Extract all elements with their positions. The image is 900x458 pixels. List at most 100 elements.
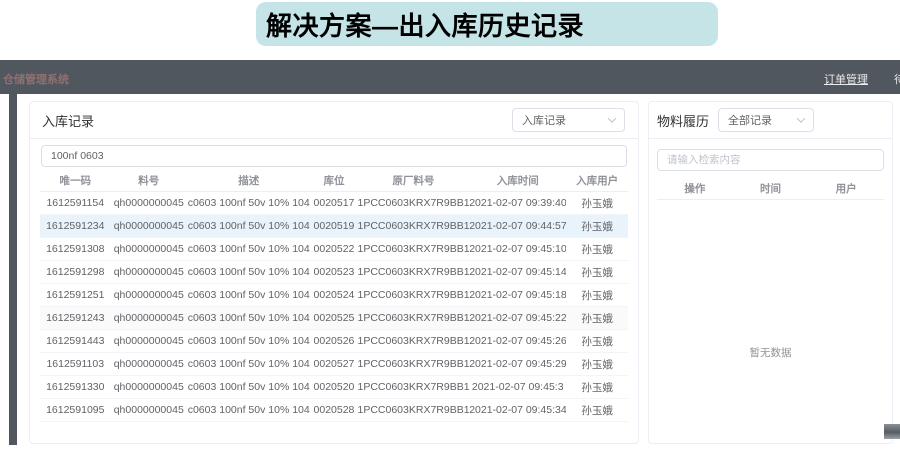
record-type-select[interactable]: 入库记录 [512,108,625,132]
material-history-panel: 物料履历 全部记录 操作时间用户 暂无数据 [648,101,893,444]
table-cell: qh0000000045 [111,289,187,301]
table-cell: 1612591234 [40,220,111,232]
table-row[interactable]: 1612591298qh0000000045c0603 100nf 50v 10… [40,261,628,284]
table-cell: 孙玉娥 [566,311,628,326]
table-cell: 0020520 [310,381,357,393]
table-cell: 0020525 [310,312,357,324]
table-cell: 孙玉娥 [566,357,628,372]
empty-state-text: 暂无数据 [649,345,892,360]
table-cell: 1612591330 [40,381,111,393]
table-cell: 0020522 [310,243,357,255]
table-cell: 1PCC0603KRX7R9BB104 [357,266,469,278]
table-cell: qh0000000045 [111,220,187,232]
table-cell: 0020523 [310,266,357,278]
table-cell: 1PCC0603KRX7R9BB104 [357,220,469,232]
table-row[interactable]: 1612591095qh0000000045c0603 100nf 50v 10… [40,399,628,422]
table-cell: 2021-02-07 09:45:10 [469,243,566,255]
table-cell: qh0000000045 [111,312,187,324]
top-navbar: 仓储管理系统 订单管理 待 [0,60,900,94]
table-cell: 0020526 [310,335,357,347]
table-cell: qh0000000045 [111,381,187,393]
record-type-select-value: 入库记录 [522,112,566,128]
table-cell: qh0000000045 [111,243,187,255]
inbound-records-panel: 入库记录 入库记录 唯一码料号描述库位原厂料号入库时间入库用户 16125911… [29,101,639,444]
app-brand-title: 仓储管理系统 [3,71,69,87]
table-cell: 1612591243 [40,312,111,324]
table-row[interactable]: 1612591154qh0000000045c0603 100nf 50v 10… [40,192,628,215]
table-cell: 1612591103 [40,358,111,370]
table-cell: 0020519 [310,220,357,232]
table-cell: 2021-02-07 09:45:34 [469,404,566,416]
table-cell: 1PCC0603KRX7R9BB104 [357,404,469,416]
table-cell: 2021-02-07 09:45:14 [469,266,566,278]
sidebar-sliver [9,94,17,445]
table-cell: qh0000000045 [111,358,187,370]
table-cell: 1612591443 [40,335,111,347]
inbound-table-header-row: 唯一码料号描述库位原厂料号入库时间入库用户 [40,170,628,192]
table-cell: 1PCC0603KRX7R9BB104 [357,243,469,255]
column-header: 料号 [111,173,187,188]
table-row[interactable]: 1612591308qh0000000045c0603 100nf 50v 10… [40,238,628,261]
table-cell: 孙玉娥 [566,219,628,234]
inbound-table-body: 1612591154qh0000000045c0603 100nf 50v 10… [40,192,628,422]
table-cell: 2021-02-07 09:45:18 [469,289,566,301]
table-row[interactable]: 1612591243qh0000000045c0603 100nf 50v 10… [40,307,628,330]
table-cell: 孙玉娥 [566,380,628,395]
table-cell: c0603 100nf 50v 10% 104 [187,404,310,416]
inbound-search-input[interactable] [41,145,627,167]
table-cell: qh0000000045 [111,266,187,278]
history-type-select[interactable]: 全部记录 [718,108,814,132]
table-cell: 孙玉娥 [566,196,628,211]
table-cell: qh0000000045 [111,197,187,209]
table-cell: 2021-02-07 09:45:3 [469,381,566,393]
chevron-down-icon [797,114,805,122]
table-row[interactable]: 1612591443qh0000000045c0603 100nf 50v 10… [40,330,628,353]
table-cell: 2021-02-07 09:45:26 [469,335,566,347]
history-panel-header: 物料履历 全部记录 [649,102,892,139]
table-row[interactable]: 1612591103qh0000000045c0603 100nf 50v 10… [40,353,628,376]
column-header: 描述 [187,173,310,188]
table-row[interactable]: 1612591330qh0000000045c0603 100nf 50v 10… [40,376,628,399]
inbound-table: 唯一码料号描述库位原厂料号入库时间入库用户 1612591154qh000000… [40,170,628,422]
table-cell: c0603 100nf 50v 10% 104 [187,312,310,324]
title-banner: 解决方案—出入库历史记录 [256,2,718,46]
table-cell: 1612591251 [40,289,111,301]
table-cell: 2021-02-07 09:45:29 [469,358,566,370]
nav-item-cutoff[interactable]: 待 [894,71,900,87]
table-cell: 1PCC0603KRX7R9BB104 [357,289,469,301]
history-search-input[interactable] [657,149,884,171]
table-cell: c0603 100nf 50v 10% 104 [187,335,310,347]
table-cell: 0020524 [310,289,357,301]
table-cell: 孙玉娥 [566,403,628,418]
page-title: 解决方案—出入库历史记录 [266,6,584,43]
nav-item-order-management[interactable]: 订单管理 [824,71,868,87]
table-cell: c0603 100nf 50v 10% 104 [187,289,310,301]
table-cell: c0603 100nf 50v 10% 104 [187,220,310,232]
table-cell: 1PCC0603KRX7R9BB104 [357,335,469,347]
inbound-panel-header: 入库记录 入库记录 [30,102,638,139]
column-header: 操作 [657,181,733,196]
inbound-panel-title: 入库记录 [42,111,94,130]
table-cell: 孙玉娥 [566,265,628,280]
scrollbar-thumb[interactable] [884,424,900,439]
table-cell: 1PCC0603KRX7R9BB104 [357,312,469,324]
table-cell: c0603 100nf 50v 10% 104 [187,381,310,393]
column-header: 入库时间 [469,173,566,188]
history-type-select-value: 全部记录 [728,112,772,128]
table-cell: 0020527 [310,358,357,370]
table-cell: 1PCC0603KRX7R9BB104 [357,381,469,393]
column-header: 时间 [733,181,809,196]
table-cell: c0603 100nf 50v 10% 104 [187,266,310,278]
table-cell: 1612591298 [40,266,111,278]
table-cell: qh0000000045 [111,335,187,347]
table-cell: 2021-02-07 09:39:40 [469,197,566,209]
table-cell: c0603 100nf 50v 10% 104 [187,358,310,370]
table-cell: 1612591308 [40,243,111,255]
table-cell: 0020528 [310,404,357,416]
table-cell: 1PCC0603KRX7R9BB104 [357,197,469,209]
table-row[interactable]: 1612591234qh0000000045c0603 100nf 50v 10… [40,215,628,238]
history-table-header-row: 操作时间用户 [657,178,884,200]
table-row[interactable]: 1612591251qh0000000045c0603 100nf 50v 10… [40,284,628,307]
table-cell: 2021-02-07 09:45:22 [469,312,566,324]
column-header: 库位 [310,173,357,188]
